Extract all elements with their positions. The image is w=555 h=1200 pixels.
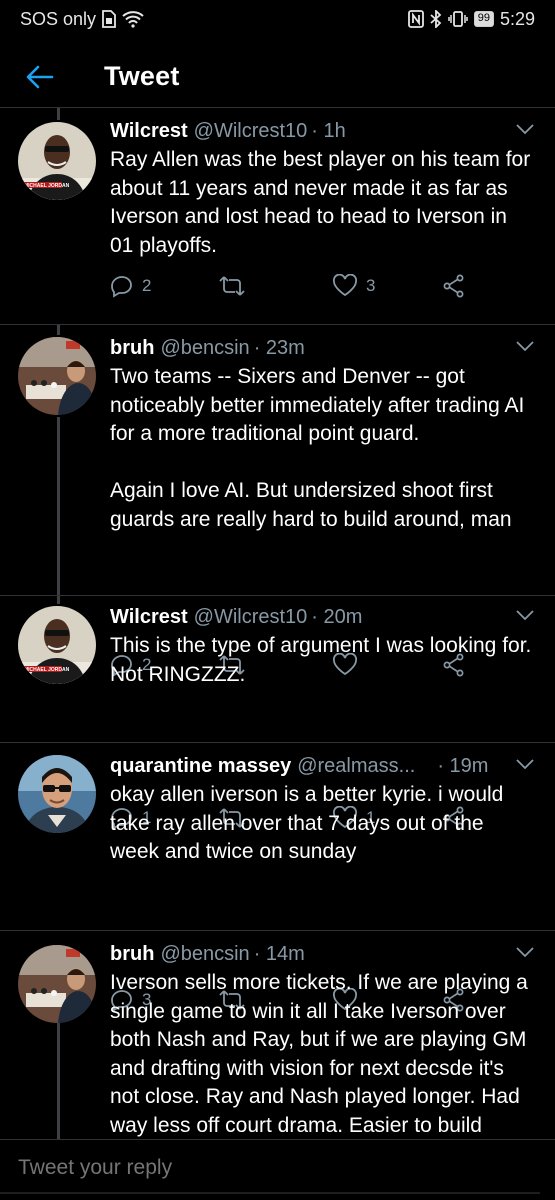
clock-time: 5:29 bbox=[499, 8, 535, 29]
display-name[interactable]: Wilcrest bbox=[110, 604, 188, 630]
tweet-time: · 23m bbox=[253, 337, 305, 359]
display-name[interactable]: bruh bbox=[110, 335, 154, 361]
arrow-left-icon bbox=[26, 65, 54, 88]
tweet-header: bruh @bencsin · 23m bbox=[110, 335, 535, 361]
thread-connector bbox=[57, 108, 60, 120]
bluetooth-icon bbox=[430, 10, 442, 28]
thread-connector bbox=[57, 325, 60, 335]
share-icon bbox=[443, 274, 464, 298]
nfc-icon bbox=[407, 10, 424, 28]
tweet-text: This is the type of argument I was looki… bbox=[110, 634, 532, 686]
tweet-text: okay allen iverson is a better kyrie. i … bbox=[110, 783, 504, 863]
carrier-text: SOS only bbox=[20, 8, 97, 29]
chevron-down-icon bbox=[516, 124, 534, 135]
tweet-menu-button[interactable] bbox=[515, 608, 535, 626]
avatar[interactable]: MICHAEL JORDAN bbox=[18, 122, 96, 200]
tweet-time: · 19m bbox=[437, 755, 489, 777]
avatar-caption: MICHAEL JORDAN bbox=[24, 183, 70, 189]
tweet-menu-button[interactable] bbox=[515, 945, 535, 963]
avatar-caption: MICHAEL JORDAN bbox=[24, 667, 70, 673]
tweet-menu-button[interactable] bbox=[515, 339, 535, 357]
status-bar: SOS only 99 5:29 bbox=[0, 0, 555, 38]
back-button[interactable] bbox=[0, 46, 80, 108]
tweet-text: Ray Allen was the best player on his tea… bbox=[110, 148, 531, 257]
thread-connector bbox=[57, 417, 60, 596]
wifi-icon bbox=[122, 10, 144, 28]
like-count: 3 bbox=[366, 276, 376, 295]
tweet-header: quarantine massey @realmass... · 19m bbox=[110, 753, 535, 779]
retweet-button[interactable] bbox=[218, 275, 254, 297]
thread-connector bbox=[57, 596, 60, 604]
heart-icon bbox=[333, 274, 357, 297]
reply-count: 2 bbox=[142, 276, 152, 295]
display-name[interactable]: Wilcrest bbox=[110, 118, 188, 144]
reply-thread[interactable]: MICHAEL JORDAN Wilcrest @Wilcrest10 · 1h… bbox=[0, 108, 555, 1139]
chevron-down-icon bbox=[516, 759, 534, 770]
sim-icon bbox=[102, 10, 116, 28]
tweet-text: Iverson sells more tickets. If we are pl… bbox=[110, 971, 528, 1137]
top-app-bar: Tweet bbox=[0, 46, 555, 108]
user-handle[interactable]: @bencsin bbox=[160, 335, 249, 361]
avatar[interactable] bbox=[18, 755, 96, 833]
tweet-time: · 20m bbox=[311, 606, 363, 628]
tweet[interactable]: MICHAEL JORDAN Wilcrest @Wilcrest10 · 1h… bbox=[0, 108, 555, 325]
display-name[interactable]: quarantine massey bbox=[110, 753, 291, 779]
battery-level: 99 bbox=[473, 11, 494, 27]
tweet-time: · 1h bbox=[311, 120, 346, 142]
tweet-header: bruh @bencsin · 14m bbox=[110, 941, 535, 967]
reply-icon bbox=[111, 276, 132, 298]
chevron-down-icon bbox=[516, 341, 534, 352]
avatar[interactable]: MICHAEL JORDAN bbox=[18, 606, 96, 684]
tweet-actions: 2 3 bbox=[110, 271, 500, 301]
avatar[interactable] bbox=[18, 337, 96, 415]
display-name[interactable]: bruh bbox=[110, 941, 154, 967]
tweet-menu-button[interactable] bbox=[515, 122, 535, 140]
reply-input[interactable] bbox=[18, 1156, 518, 1180]
share-button[interactable] bbox=[442, 274, 466, 298]
tweet-header: Wilcrest @Wilcrest10 · 20m bbox=[110, 604, 535, 630]
chevron-down-icon bbox=[516, 610, 534, 621]
user-handle[interactable]: @realmass... bbox=[297, 753, 415, 779]
tweet[interactable]: bruh @bencsin · 23m Two teams -- Sixers … bbox=[0, 325, 555, 677]
tweet[interactable]: MICHAEL JORDAN Wilcrest @Wilcrest10 · 20… bbox=[0, 596, 555, 830]
tweet[interactable]: bruh @bencsin · 14m Iverson sells more t… bbox=[0, 931, 555, 1139]
retweet-icon bbox=[219, 276, 245, 296]
tweet-text: Two teams -- Sixers and Denver -- got no… bbox=[110, 365, 525, 531]
avatar[interactable] bbox=[18, 945, 96, 1023]
tweet-time: · 14m bbox=[253, 943, 305, 965]
tweet-menu-button[interactable] bbox=[515, 757, 535, 775]
chevron-down-icon bbox=[516, 947, 534, 958]
page-title: Tweet bbox=[104, 61, 180, 91]
user-handle[interactable]: @bencsin bbox=[160, 941, 249, 967]
input-underline bbox=[0, 1192, 540, 1194]
tweet-header: Wilcrest @Wilcrest10 · 1h bbox=[110, 118, 535, 144]
like-button[interactable]: 3 bbox=[332, 274, 375, 298]
user-handle[interactable]: @Wilcrest10 bbox=[194, 604, 308, 630]
thread-connector bbox=[57, 1023, 60, 1139]
vibrate-icon bbox=[447, 10, 468, 28]
tweet[interactable]: quarantine massey @realmass... · 19m oka… bbox=[0, 743, 555, 1012]
reply-button[interactable]: 2 bbox=[110, 274, 151, 298]
user-handle[interactable]: @Wilcrest10 bbox=[194, 118, 308, 144]
reply-composer bbox=[0, 1139, 555, 1200]
